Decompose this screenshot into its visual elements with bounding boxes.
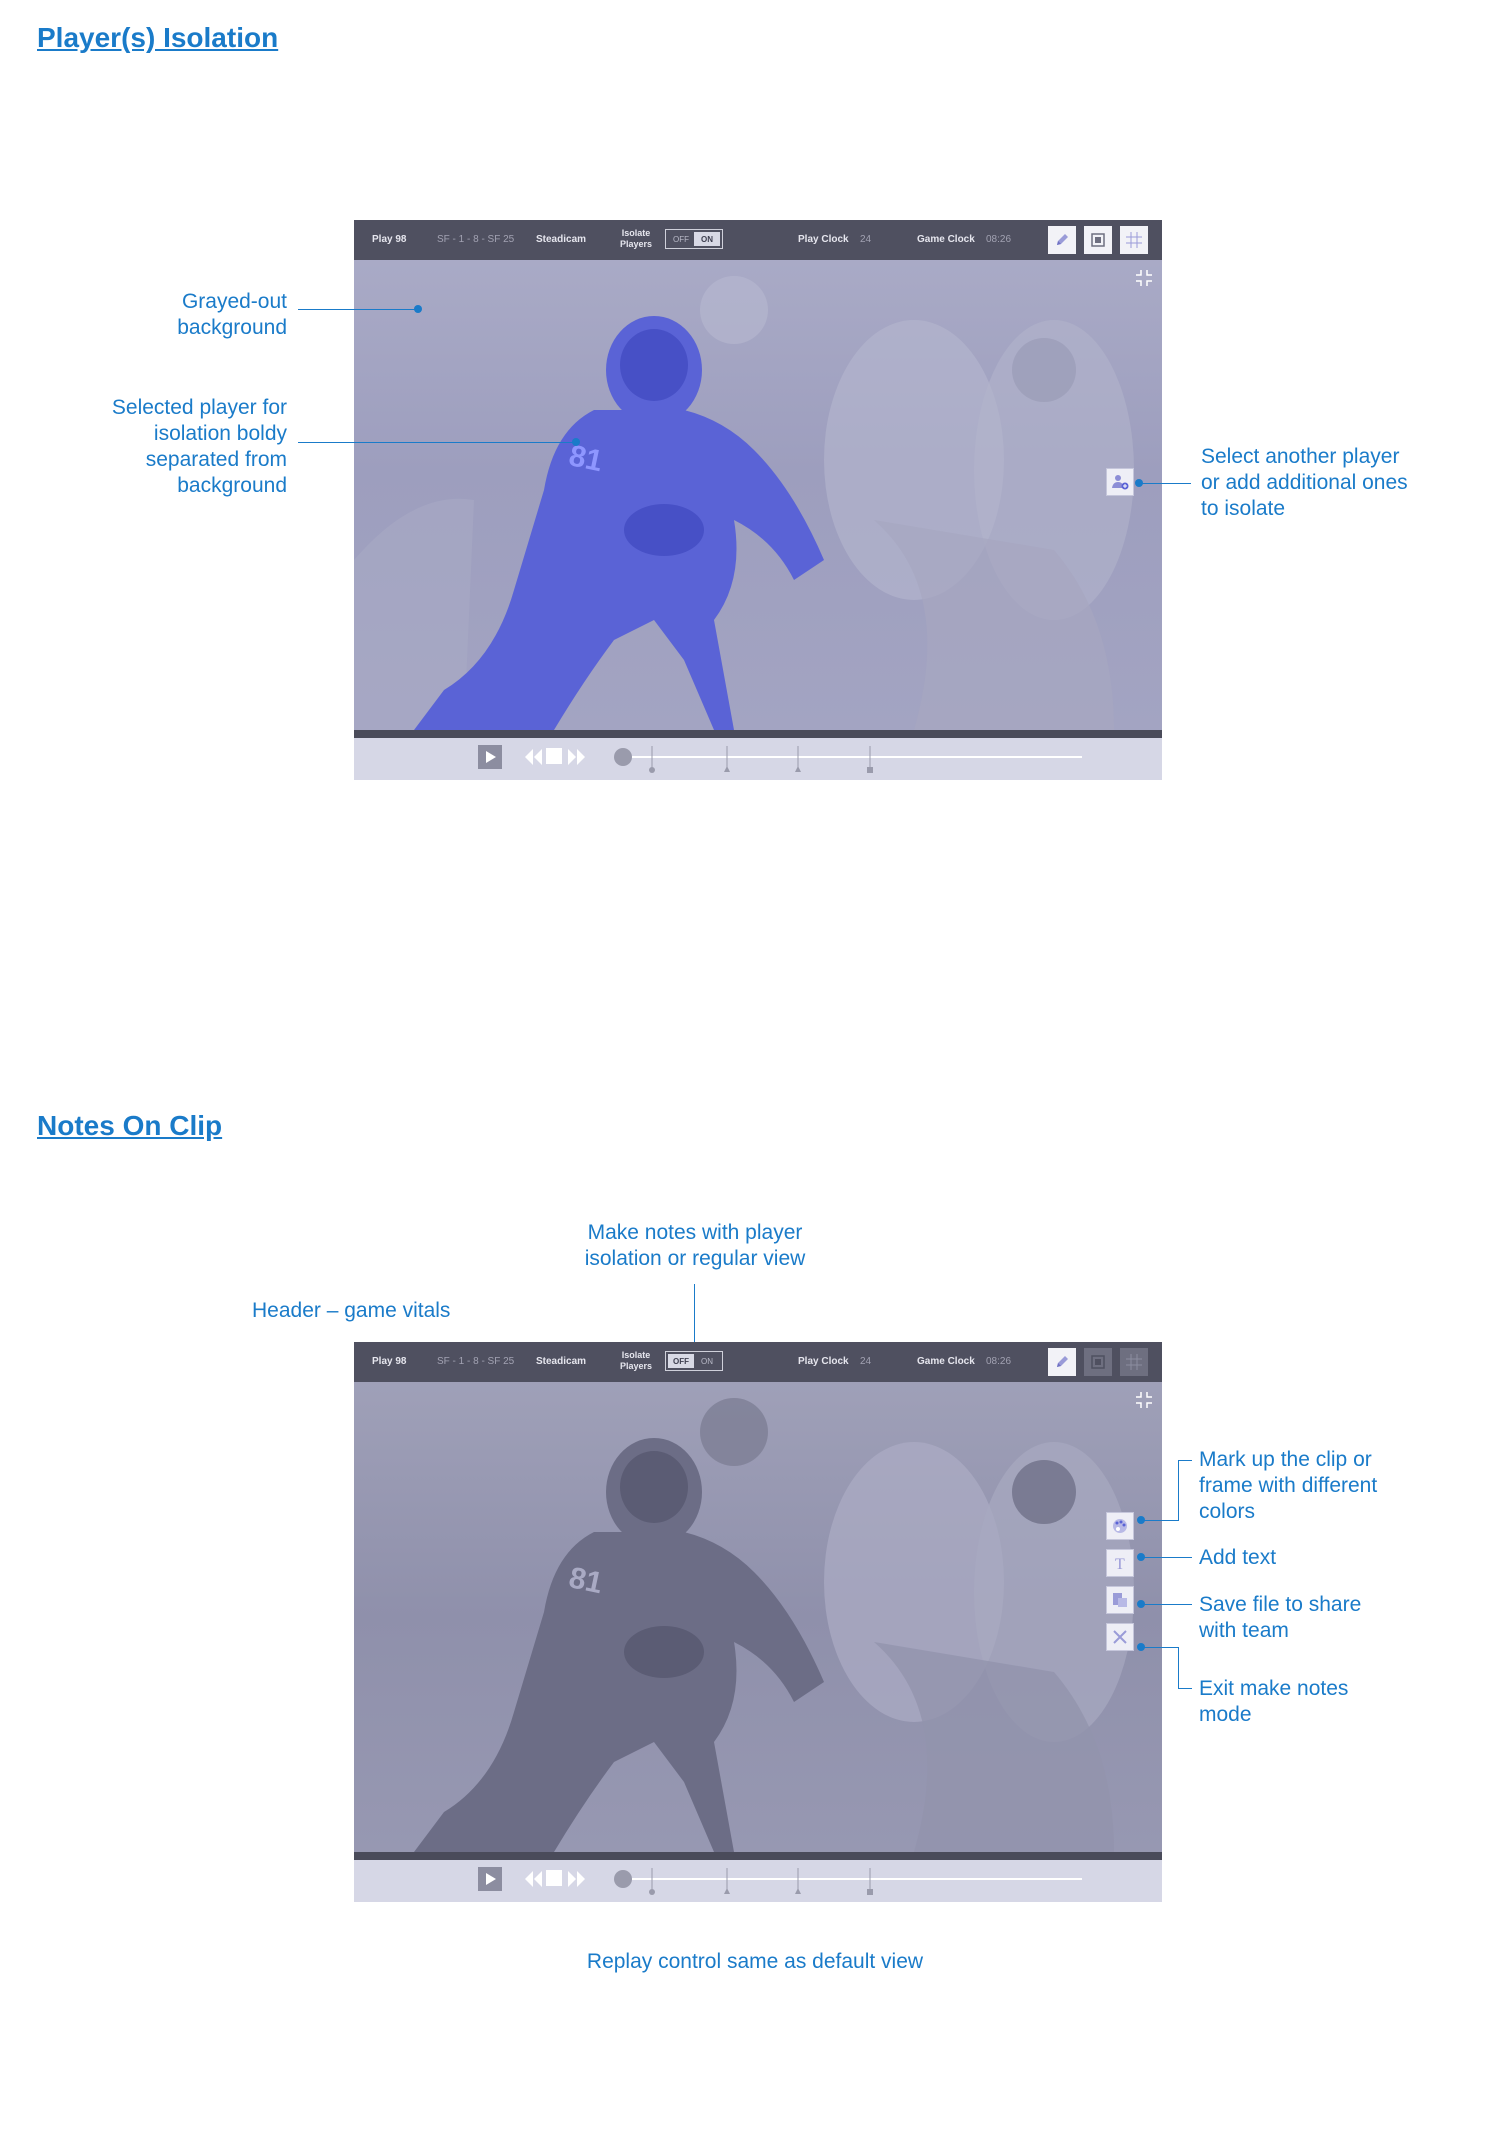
annotation-header: Header – game vitals [252,1299,451,1322]
leader-exit-notes-bottom [1178,1688,1192,1689]
leader-dot-mark-up [1137,1516,1145,1524]
leader-select-another [1139,483,1191,484]
annotation-selected-player: Selected player for isolation boldy sepa… [111,396,287,497]
player-isolation-mockup: Play 98 SF - 1 - 8 - SF 25 Steadicam Iso… [354,220,1162,785]
close-icon[interactable] [1106,1623,1134,1651]
video-scene: 81 [414,1398,1134,1852]
leader-add-text [1141,1557,1192,1558]
collapse-icon[interactable] [1134,1390,1154,1410]
isolate-players-label: Isolate Players [620,228,653,249]
annotation-grayed-out: Grayed-out background [177,290,287,339]
leader-mark-up-top [1178,1460,1192,1461]
play-clock-label: Play Clock [798,234,849,245]
leader-save-file [1141,1604,1192,1605]
annotation-replay-control: Replay control same as default view [586,1950,924,1973]
forward-icon[interactable] [566,746,588,768]
leader-mark-up-bottom [1141,1520,1179,1521]
save-icon[interactable] [1106,1586,1134,1614]
grid-icon[interactable] [1120,1348,1148,1376]
section-title-notes: Notes On Clip [37,1110,223,1141]
timeline-markers [649,746,873,773]
annotation-select-another: Select another player or add additional … [1201,445,1408,520]
play-clock-value: 24 [860,1356,872,1367]
leader-dot-grayed-out [414,305,422,313]
replay-controls [354,738,1162,780]
grid-icon[interactable] [1120,226,1148,254]
leader-dot-selected-player [572,438,580,446]
annotation-make-notes: Make notes with player isolation or regu… [584,1221,806,1270]
svg-text:T: T [1115,1556,1125,1572]
play-clock-label: Play Clock [798,1356,849,1367]
rewind-icon[interactable] [522,1868,544,1890]
palette-icon[interactable] [1106,1512,1134,1540]
game-clock-label: Game Clock [917,1356,975,1367]
game-clock-value: 08:26 [986,1356,1012,1367]
collapse-icon[interactable] [1134,268,1154,288]
toggle-off[interactable]: OFF [668,232,694,246]
video-scene: 81 [354,276,1134,730]
play-clock-value: 24 [860,234,872,245]
video-frame[interactable]: 81 T [354,1382,1162,1852]
player-notes-mockup: Play 98 SF - 1 - 8 - SF 25 Steadicam Iso… [354,1342,1162,1907]
stop-icon[interactable] [546,1870,562,1886]
isolate-toggle[interactable]: OFF ON [665,1351,723,1371]
frame-icon[interactable] [1084,226,1112,254]
leader-selected-player [298,442,578,443]
toggle-on[interactable]: ON [694,1354,720,1368]
camera-label: Steadicam [536,234,587,245]
video-progress-strip [354,1852,1162,1860]
annotation-save-file: Save file to share with team [1199,1593,1362,1642]
isolate-players-label: Isolate Players [620,1350,653,1371]
play-icon[interactable] [478,1867,502,1891]
timeline-markers [649,1868,873,1895]
annotation-exit-notes: Exit make notes mode [1199,1677,1349,1726]
rewind-icon[interactable] [522,746,544,768]
leader-grayed-out [298,309,420,310]
game-clock-value: 08:26 [986,234,1012,245]
forward-icon[interactable] [566,1868,588,1890]
scrubber-handle[interactable] [614,748,632,766]
leader-make-notes [694,1284,695,1350]
annotation-mark-up: Mark up the clip or frame with different… [1199,1448,1378,1523]
video-frame[interactable]: 81 [354,260,1162,730]
game-clock-label: Game Clock [917,234,975,245]
play-icon[interactable] [478,745,502,769]
leader-exit-notes-top [1141,1647,1179,1648]
video-progress-strip [354,730,1162,738]
replay-controls [354,1860,1162,1902]
leader-mark-up-vertical [1178,1460,1179,1521]
score-label: SF - 1 - 8 - SF 25 [437,1356,515,1367]
section-title-isolation: Player(s) Isolation [37,22,279,53]
header-bar: Play 98 SF - 1 - 8 - SF 25 Steadicam Iso… [354,220,1162,260]
toggle-on[interactable]: ON [694,232,720,246]
isolate-toggle[interactable]: OFF ON [665,229,723,249]
svg-text:81: 81 [566,439,606,478]
score-label: SF - 1 - 8 - SF 25 [437,234,515,245]
pencil-icon[interactable] [1048,226,1076,254]
play-label: Play 98 [372,1356,407,1367]
add-player-icon[interactable] [1106,468,1134,496]
frame-icon[interactable] [1084,1348,1112,1376]
header-bar: Play 98 SF - 1 - 8 - SF 25 Steadicam Iso… [354,1342,1162,1382]
camera-label: Steadicam [536,1356,587,1367]
pencil-icon[interactable] [1048,1348,1076,1376]
text-icon[interactable]: T [1106,1549,1134,1577]
leader-exit-notes-vertical [1178,1647,1179,1689]
svg-text:81: 81 [566,1561,606,1600]
scrubber-handle[interactable] [614,1870,632,1888]
stop-icon[interactable] [546,748,562,764]
play-label: Play 98 [372,234,407,245]
annotation-add-text: Add text [1199,1546,1277,1569]
toggle-off[interactable]: OFF [668,1354,694,1368]
